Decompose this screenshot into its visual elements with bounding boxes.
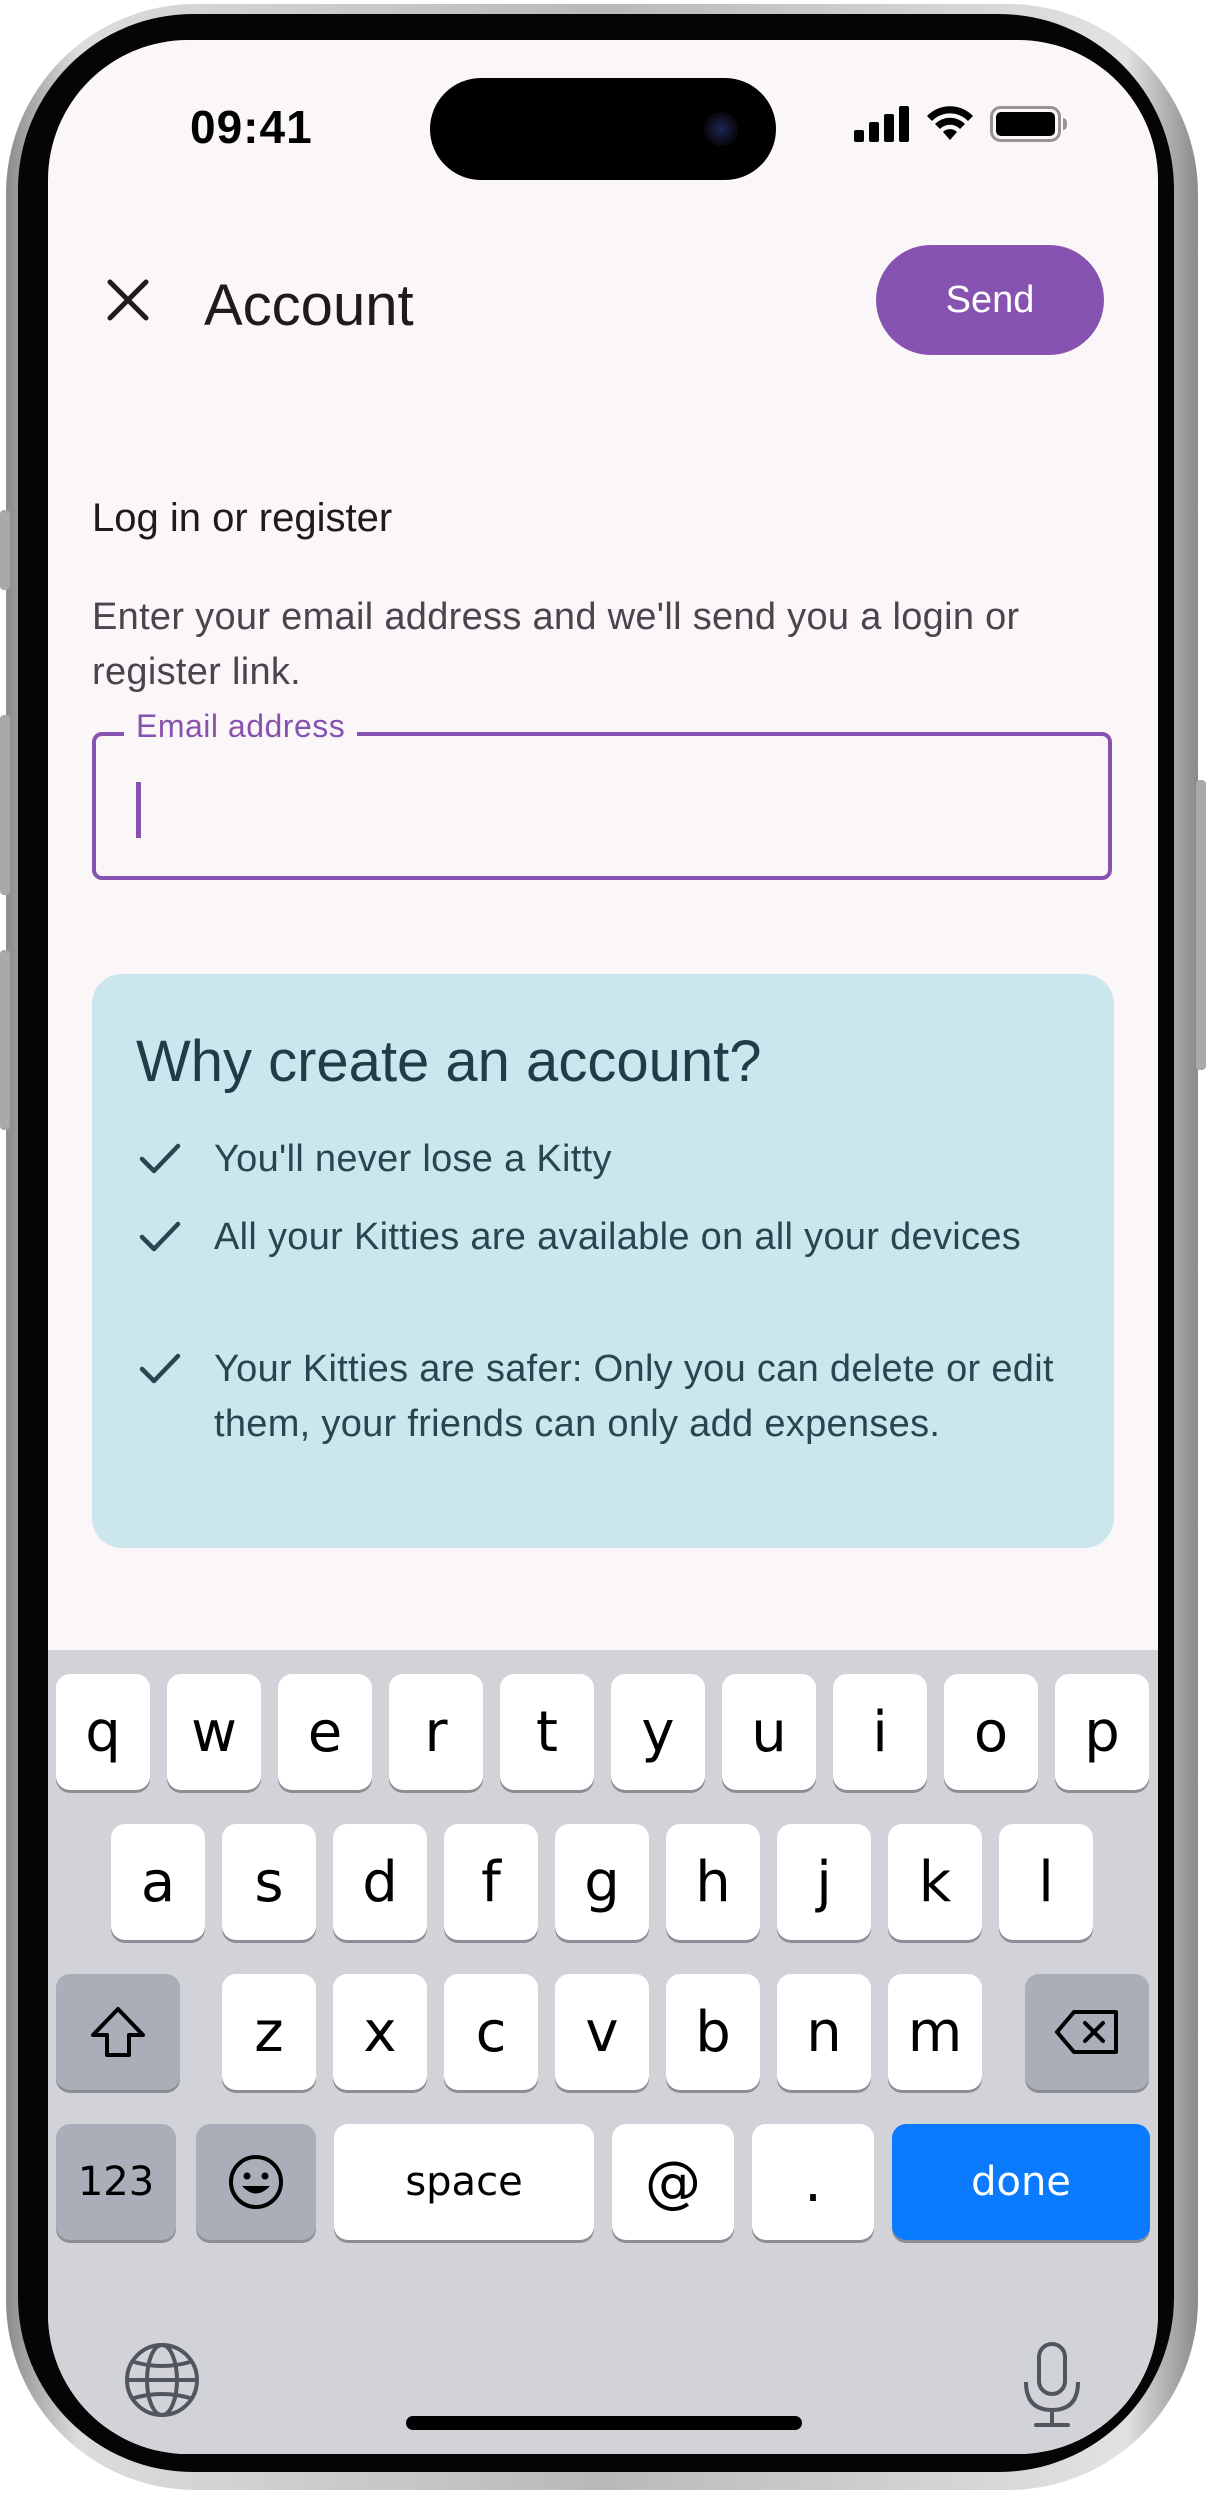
key-f[interactable]: f xyxy=(444,1824,538,1940)
key-p[interactable]: p xyxy=(1055,1674,1149,1790)
key-s[interactable]: s xyxy=(222,1824,316,1940)
close-icon xyxy=(107,279,149,321)
benefits-card: Why create an account? You'll never lose… xyxy=(92,974,1114,1548)
cellular-signal-icon xyxy=(854,106,909,142)
benefit-text: All your Kitties are available on all yo… xyxy=(214,1216,1022,1258)
microphone-icon xyxy=(1024,2342,1080,2427)
key-n[interactable]: n xyxy=(777,1974,871,2090)
shift-icon xyxy=(91,2007,145,2057)
send-button[interactable]: Send xyxy=(876,245,1104,355)
globe-button[interactable] xyxy=(122,2340,202,2420)
key-m[interactable]: m xyxy=(888,1974,982,2090)
dictation-button[interactable] xyxy=(1012,2340,1092,2430)
globe-icon xyxy=(125,2343,199,2417)
key-o[interactable]: o xyxy=(944,1674,1038,1790)
home-indicator xyxy=(406,2416,802,2430)
key-b[interactable]: b xyxy=(666,1974,760,2090)
numbers-key[interactable]: 123 xyxy=(56,2124,176,2240)
action-button xyxy=(0,510,10,590)
key-a[interactable]: a xyxy=(111,1824,205,1940)
email-input[interactable] xyxy=(134,760,1078,852)
benefit-text: Your Kitties are safer: Only you can del… xyxy=(214,1348,1054,1445)
key-t[interactable]: t xyxy=(500,1674,594,1790)
close-button[interactable] xyxy=(98,270,158,330)
benefit-item: You'll never lose a Kitty xyxy=(136,1132,1076,1187)
email-field-label: Email address xyxy=(124,708,358,745)
key-w[interactable]: w xyxy=(167,1674,261,1790)
text-cursor xyxy=(136,782,141,838)
status-icons xyxy=(854,106,1068,142)
benefit-item: All your Kitties are available on all yo… xyxy=(136,1210,1076,1265)
key-z[interactable]: z xyxy=(222,1974,316,2090)
keyboard: q w e r t y u i o p a s d f g h j k l z … xyxy=(48,1650,1158,2454)
key-l[interactable]: l xyxy=(999,1824,1093,1940)
power-button xyxy=(1196,780,1206,1070)
key-i[interactable]: i xyxy=(833,1674,927,1790)
wifi-icon xyxy=(927,106,973,140)
check-icon xyxy=(139,1221,181,1252)
key-r[interactable]: r xyxy=(389,1674,483,1790)
key-h[interactable]: h xyxy=(666,1824,760,1940)
benefit-text: You'll never lose a Kitty xyxy=(214,1138,612,1180)
battery-icon xyxy=(990,106,1067,142)
dot-key[interactable]: . xyxy=(752,2124,874,2240)
key-d[interactable]: d xyxy=(333,1824,427,1940)
backspace-key[interactable] xyxy=(1025,1974,1149,2090)
key-v[interactable]: v xyxy=(555,1974,649,2090)
status-time: 09:41 xyxy=(190,101,313,153)
emoji-icon xyxy=(229,2155,283,2209)
benefits-title: Why create an account? xyxy=(136,1029,762,1094)
dynamic-island xyxy=(430,78,776,180)
front-camera xyxy=(704,112,738,146)
emoji-key[interactable] xyxy=(196,2124,316,2240)
key-g[interactable]: g xyxy=(555,1824,649,1940)
at-key[interactable]: @ xyxy=(612,2124,734,2240)
key-x[interactable]: x xyxy=(333,1974,427,2090)
benefit-item: Your Kitties are safer: Only you can del… xyxy=(136,1342,1076,1452)
backspace-icon xyxy=(1055,2010,1118,2054)
key-c[interactable]: c xyxy=(444,1974,538,2090)
section-heading: Log in or register xyxy=(92,496,393,540)
check-icon xyxy=(139,1353,181,1384)
check-icon xyxy=(139,1143,181,1174)
login-description: Enter your email address and we'll send … xyxy=(92,596,1020,693)
space-key[interactable]: space xyxy=(334,2124,594,2240)
key-e[interactable]: e xyxy=(278,1674,372,1790)
key-u[interactable]: u xyxy=(722,1674,816,1790)
key-y[interactable]: y xyxy=(611,1674,705,1790)
key-k[interactable]: k xyxy=(888,1824,982,1940)
email-field[interactable]: Email address xyxy=(92,708,1112,880)
key-q[interactable]: q xyxy=(56,1674,150,1790)
screen: 09:41 Account Send Log in or register En… xyxy=(48,40,1158,2454)
volume-up-button xyxy=(0,715,10,895)
volume-down-button xyxy=(0,950,10,1130)
key-j[interactable]: j xyxy=(777,1824,871,1940)
shift-key[interactable] xyxy=(56,1974,180,2090)
page-title: Account xyxy=(204,273,414,338)
done-key[interactable]: done xyxy=(892,2124,1150,2240)
